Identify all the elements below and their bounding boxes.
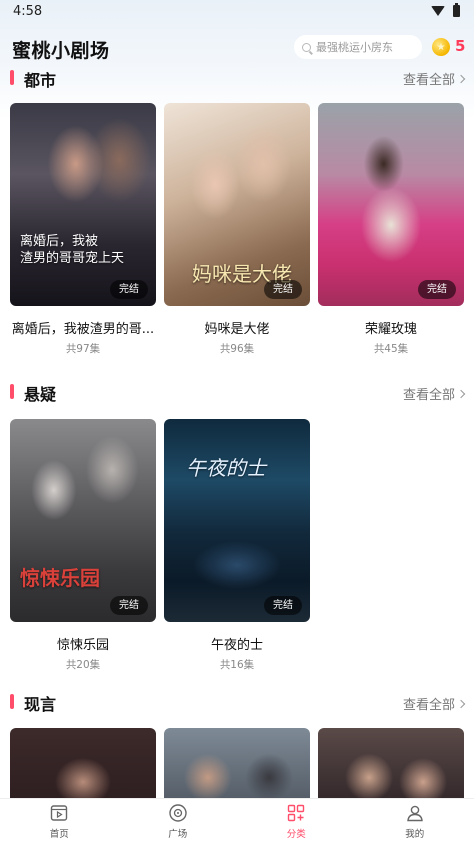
drama-poster[interactable]: 妈咪是大佬 完结	[164, 103, 310, 306]
section-title: 都市	[24, 67, 56, 91]
status-badge: 完结	[264, 596, 302, 615]
category-icon	[286, 803, 306, 823]
chevron-right-icon	[457, 699, 465, 707]
view-all-link[interactable]: 查看全部	[403, 384, 464, 403]
drama-poster[interactable]: 离婚后，我被 渣男的哥哥宠上天 完结	[10, 103, 156, 306]
app-title: 蜜桃小剧场	[12, 36, 110, 63]
episode-count: 共97集	[10, 341, 156, 356]
status-badge: 完结	[264, 280, 302, 299]
nav-item-home[interactable]: 首页	[0, 799, 119, 845]
search-placeholder: 最强桃运小房东	[316, 39, 393, 55]
drama-poster[interactable]	[10, 728, 156, 798]
nav-item-plaza[interactable]: 广场	[119, 799, 238, 845]
drama-poster[interactable]: 完结	[318, 103, 464, 306]
status-time: 4:58	[13, 4, 42, 19]
view-all-link[interactable]: 查看全部	[403, 694, 464, 713]
view-all-label: 查看全部	[403, 69, 455, 88]
poster-title-text: 惊悚乐园	[20, 565, 148, 592]
bottom-nav: 首页 广场 分类 我的	[0, 798, 474, 845]
drama-card[interactable]: 妈咪是大佬 完结 妈咪是大佬 共96集	[164, 103, 310, 356]
status-badge: 完结	[110, 596, 148, 615]
section-title: 现言	[24, 691, 56, 715]
episode-count: 共20集	[10, 657, 156, 672]
view-all-label: 查看全部	[403, 694, 455, 713]
section-title: 悬疑	[24, 381, 56, 405]
chevron-right-icon	[457, 389, 465, 397]
disc-icon	[168, 803, 188, 823]
status-icons	[431, 5, 460, 17]
view-all-label: 查看全部	[403, 384, 455, 403]
episode-count: 共45集	[318, 341, 464, 356]
drama-title: 午夜的士	[164, 634, 310, 653]
drama-title: 妈咪是大佬	[164, 318, 310, 337]
home-icon	[49, 803, 69, 823]
section-marker	[10, 384, 14, 399]
status-badge: 完结	[418, 280, 456, 299]
nav-label: 分类	[287, 826, 306, 840]
drama-card[interactable]: 午夜的士 完结 午夜的士 共16集	[164, 419, 310, 672]
drama-poster[interactable]	[318, 728, 464, 798]
poster-title-text: 离婚后，我被 渣男的哥哥宠上天	[20, 233, 148, 268]
episode-count: 共16集	[164, 657, 310, 672]
chevron-right-icon	[457, 74, 465, 82]
nav-label: 我的	[405, 826, 424, 840]
romance-row	[0, 728, 474, 798]
nav-item-profile[interactable]: 我的	[356, 799, 474, 845]
drama-poster[interactable]: 惊悚乐园 完结	[10, 419, 156, 622]
view-all-link[interactable]: 查看全部	[403, 69, 464, 88]
coin-count[interactable]: 5	[455, 37, 465, 55]
nav-label: 广场	[168, 826, 187, 840]
drama-poster[interactable]	[164, 728, 310, 798]
status-badge: 完结	[110, 280, 148, 299]
drama-card[interactable]: 离婚后，我被 渣男的哥哥宠上天 完结 离婚后，我被渣男的哥... 共97集	[10, 103, 156, 356]
poster-title-text: 午夜的士	[186, 455, 302, 482]
drama-poster[interactable]: 午夜的士 完结	[164, 419, 310, 622]
nav-label: 首页	[50, 826, 69, 840]
search-input[interactable]: 最强桃运小房东	[294, 35, 422, 59]
episode-count: 共96集	[164, 341, 310, 356]
drama-title: 荣耀玫瑰	[318, 318, 464, 337]
status-bar: 4:58	[0, 0, 474, 26]
drama-title: 惊悚乐园	[10, 634, 156, 653]
coin-icon[interactable]: ★	[432, 38, 450, 56]
battery-icon	[453, 5, 460, 17]
search-icon	[302, 43, 311, 52]
wifi-icon	[431, 6, 445, 16]
drama-card[interactable]: 完结 荣耀玫瑰 共45集	[318, 103, 464, 356]
section-marker	[10, 70, 14, 85]
user-icon	[405, 803, 425, 823]
section-marker	[10, 694, 14, 709]
drama-title: 离婚后，我被渣男的哥...	[10, 318, 156, 337]
nav-item-category[interactable]: 分类	[237, 799, 356, 845]
drama-card[interactable]: 惊悚乐园 完结 惊悚乐园 共20集	[10, 419, 156, 672]
